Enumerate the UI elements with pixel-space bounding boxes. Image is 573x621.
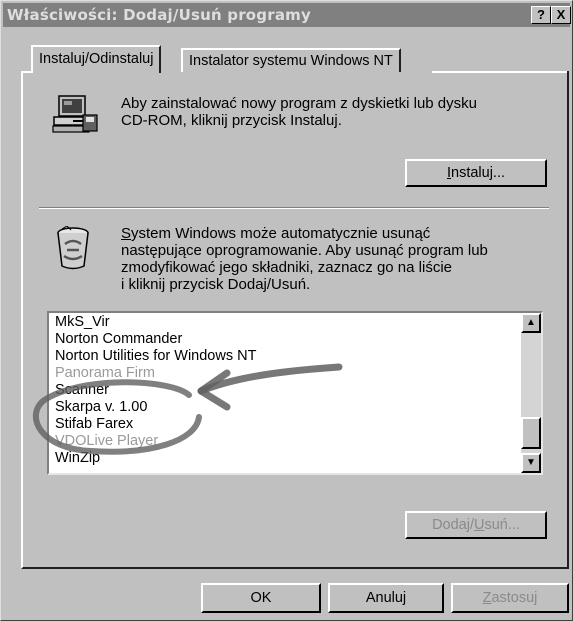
uninstall-instructions-line4: i kliknij przycisk Dodaj/Usuń. [121,276,311,293]
list-item[interactable]: Scanner [55,382,109,398]
computer-install-icon [52,95,98,133]
list-item[interactable]: Stifab Farex [55,416,133,432]
add-remove-label-after: suń... [484,517,520,533]
list-item[interactable]: MkS_Vir [55,314,110,330]
add-remove-accel: U [473,517,485,533]
list-item[interactable]: Norton Utilities for Windows NT [55,348,256,364]
list-scrollbar[interactable]: ▲ ▼ [521,313,541,473]
tab-install-uninstall[interactable]: Instaluj/Odinstaluj [31,45,162,73]
section-separator-highlight [39,208,549,209]
title-bar[interactable]: Właściwości: Dodaj/Usuń programy ? X [3,3,571,27]
help-button[interactable]: ? [531,6,551,24]
uninstall-instructions-line2: następujące oprogramowanie. Aby usunąć p… [121,242,488,259]
uninstall-instructions-line1: System Windows może automatycznie usunąć [121,225,430,242]
install-instructions-line1: Aby zainstalować nowy program z dyskietk… [121,95,477,112]
apply-button[interactable]: Zastosuj [451,583,569,613]
ok-button[interactable]: OK [201,583,321,613]
uninstall-accel: S [121,225,132,242]
list-item[interactable]: WinZip [55,450,100,466]
uninstall-instructions-line3: zmodyfikować jego składniki, zaznacz go … [121,259,452,276]
install-button-label: nstaluj... [451,165,506,181]
recycle-bin-icon [57,226,89,270]
list-item[interactable]: Skarpa v. 1.00 [55,399,147,415]
close-button[interactable]: X [551,6,571,24]
apply-label: astosuj [491,590,538,606]
properties-dialog: Właściwości: Dodaj/Usuń programy ? X Ins… [0,0,573,621]
list-item[interactable]: VDOLive Player [55,433,158,449]
list-item[interactable]: Norton Commander [55,331,182,347]
cancel-button[interactable]: Anuluj [328,583,444,613]
uninstall-line1-rest: ystem Windows może automatycznie usunąć [131,225,431,242]
install-instructions-line2: CD-ROM, kliknij przycisk Instaluj. [121,112,342,129]
installed-programs-list[interactable]: MkS_Vir Norton Commander Norton Utilitie… [47,311,543,475]
scroll-down-button[interactable]: ▼ [521,453,541,473]
tab-windows-nt-setup[interactable]: Instalator systemu Windows NT [181,48,401,72]
scroll-thumb[interactable] [521,417,541,449]
list-item[interactable]: Panorama Firm [55,365,155,381]
scroll-up-button[interactable]: ▲ [521,313,541,333]
window-title: Właściwości: Dodaj/Usuń programy [7,6,311,24]
add-remove-button[interactable]: Dodaj/Usuń... [405,511,547,539]
install-button[interactable]: Instaluj... [405,159,547,187]
add-remove-label-before: Dodaj/ [432,517,474,533]
